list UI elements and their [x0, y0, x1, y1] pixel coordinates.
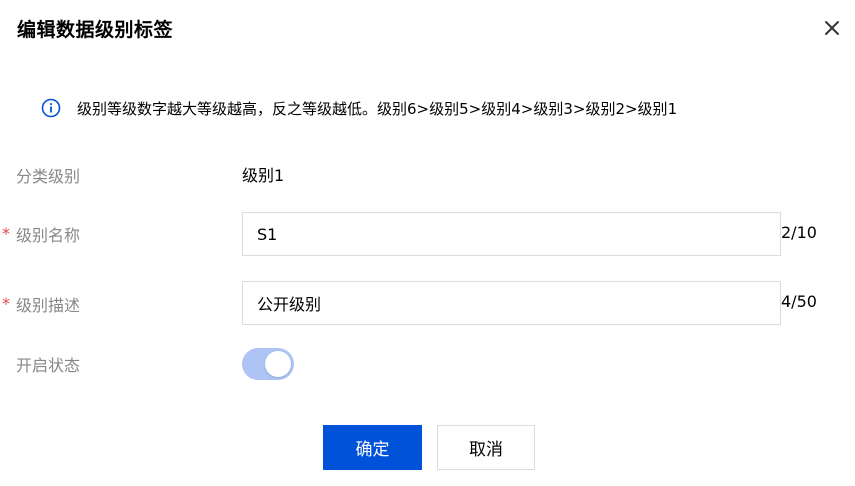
level-name-value: S1 [257, 224, 278, 244]
level-name-label: 级别名称 [16, 226, 81, 245]
level-name-input[interactable]: S1 [242, 212, 781, 256]
category-level-label: 分类级别 [16, 167, 81, 186]
required-mark: * [2, 294, 10, 313]
enabled-label: 开启状态 [16, 356, 81, 375]
cancel-button[interactable]: 取消 [437, 425, 535, 470]
toggle-knob [265, 351, 291, 377]
dialog-title: 编辑数据级别标签 [17, 19, 174, 41]
level-name-counter: 2/10 [781, 223, 817, 242]
category-level-value: 级别1 [242, 166, 285, 185]
confirm-button[interactable]: 确定 [323, 425, 422, 470]
close-icon[interactable] [820, 16, 844, 40]
enabled-toggle[interactable] [242, 348, 294, 380]
level-description-counter: 4/50 [781, 292, 817, 311]
level-description-value: 公开级别 [257, 295, 322, 314]
info-circle-icon [41, 98, 61, 118]
level-description-label: 级别描述 [16, 296, 81, 315]
required-mark: * [2, 224, 10, 243]
level-description-input[interactable]: 公开级别 [242, 281, 781, 325]
info-notice: 级别等级数字越大等级越高，反之等级越低。级别6>级别5>级别4>级别3>级别2>… [41, 96, 677, 120]
info-text: 级别等级数字越大等级越高，反之等级越低。级别6>级别5>级别4>级别3>级别2>… [77, 99, 678, 118]
